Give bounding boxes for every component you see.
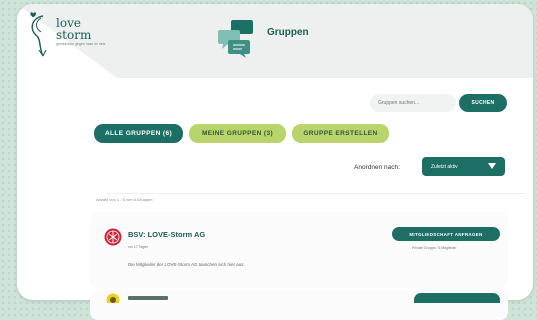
page-title: Gruppen xyxy=(267,27,309,38)
group-action-button-partial[interactable] xyxy=(414,293,500,303)
lovestorm-logo[interactable]: love storm gemeinsam gegen hass im netz xyxy=(27,12,137,62)
logo-swirl-icon xyxy=(30,12,47,57)
group-card[interactable] xyxy=(90,212,508,288)
group-last-active: vor 17 Tagen xyxy=(128,245,149,249)
groups-chat-icon xyxy=(218,20,253,58)
tab-all-groups[interactable]: ALLE GRUPPEN (6) xyxy=(94,124,183,143)
logo-text-storm: storm xyxy=(56,28,92,42)
tab-create-group[interactable]: GRUPPE ERSTELLEN xyxy=(292,124,389,143)
search-input[interactable] xyxy=(370,94,456,112)
divider xyxy=(107,193,525,194)
tab-my-groups[interactable]: MEINE GRUPPEN (3) xyxy=(189,124,286,143)
logo-tagline: gemeinsam gegen hass im netz xyxy=(56,42,106,46)
group-name-partial[interactable] xyxy=(128,296,168,300)
red-shield-icon xyxy=(104,228,122,246)
chevron-down-icon xyxy=(488,163,496,169)
group-description: Die Mitglieder der LOVE-Storm AG tausche… xyxy=(128,262,245,267)
request-membership-button[interactable]: MITGLIEDSCHAFT ANFRAGEN xyxy=(392,227,500,241)
group-info: Private Gruppe / 6 Mitglieder xyxy=(412,246,457,250)
sort-select[interactable]: Zuletzt aktiv xyxy=(422,157,505,176)
result-count: Anzahl von 1 - 6 von 6 Gruppen xyxy=(96,197,153,202)
search-button[interactable]: SUCHEN xyxy=(459,94,507,112)
sort-label: Anordnen nach: xyxy=(354,164,400,171)
sort-selected-value: Zuletzt aktiv xyxy=(431,163,458,170)
group-name[interactable]: BSV: LOVE-Storm AG xyxy=(128,230,205,239)
yellow-badge-icon xyxy=(106,293,120,303)
